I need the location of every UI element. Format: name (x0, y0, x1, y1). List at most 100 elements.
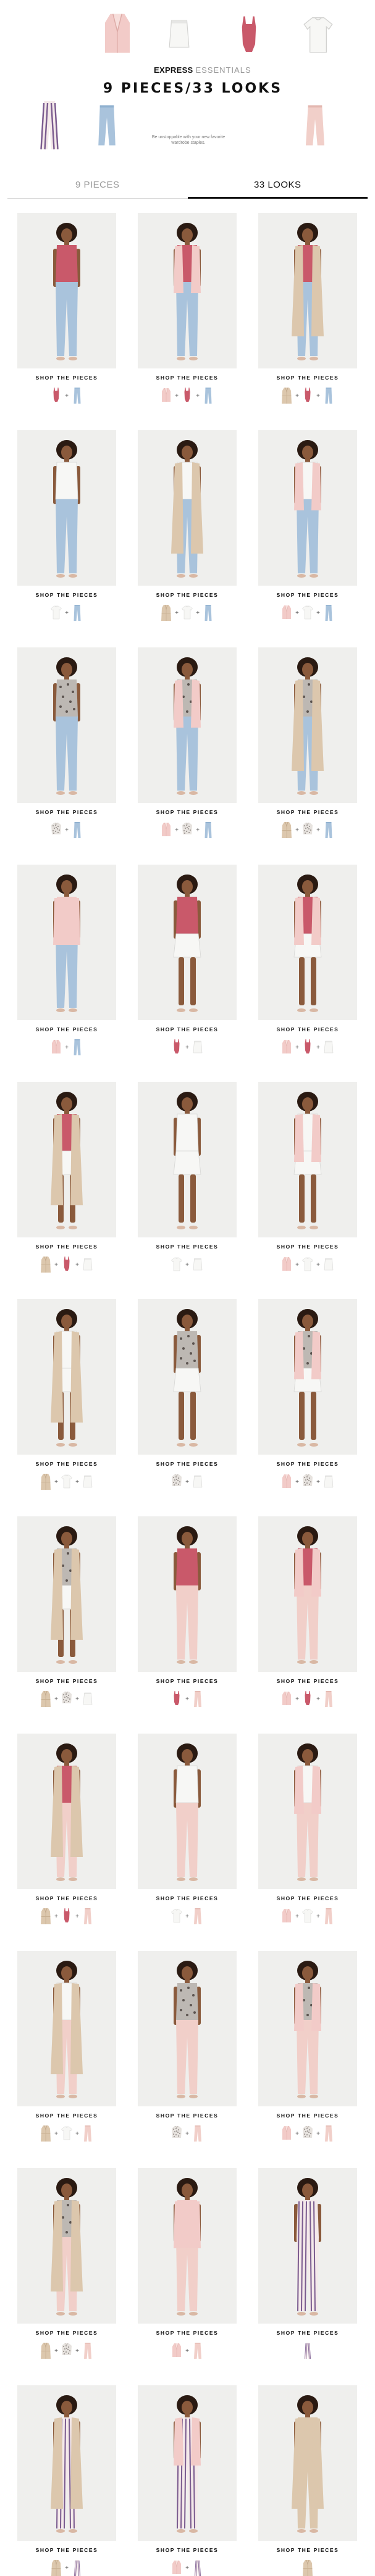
trench-thumbnail[interactable] (40, 2124, 52, 2143)
shop-the-pieces-link[interactable]: SHOP THE PIECES (258, 1026, 357, 1032)
look-photo[interactable] (17, 1082, 116, 1237)
shop-the-pieces-link[interactable]: SHOP THE PIECES (138, 1895, 237, 1901)
leopard-thumbnail[interactable] (181, 821, 193, 839)
leopard-thumbnail[interactable] (61, 2341, 73, 2360)
blazer-thumbnail[interactable] (171, 2559, 183, 2576)
shop-the-pieces-link[interactable]: SHOP THE PIECES (258, 375, 357, 381)
shop-the-pieces-link[interactable]: SHOP THE PIECES (17, 1678, 116, 1684)
jeans-thumbnail[interactable] (71, 604, 83, 622)
pink-pants-thumbnail[interactable] (82, 2124, 94, 2143)
white-tee-thumbnail[interactable] (61, 2124, 73, 2143)
striped-jumpsuit-thumbnail[interactable] (71, 2559, 83, 2576)
look-photo[interactable] (17, 647, 116, 803)
shop-the-pieces-link[interactable]: SHOP THE PIECES (258, 1244, 357, 1250)
blazer-thumbnail[interactable] (280, 1255, 293, 1274)
look-photo[interactable] (17, 1734, 116, 1889)
pink-pants-thumbnail[interactable] (322, 1907, 335, 1926)
look-photo[interactable] (258, 213, 357, 368)
shop-the-pieces-link[interactable]: SHOP THE PIECES (138, 1244, 237, 1250)
white-skirt-product-image[interactable] (164, 14, 195, 56)
blazer-thumbnail[interactable] (171, 2341, 183, 2360)
look-photo[interactable] (138, 1516, 237, 1672)
look-photo[interactable] (258, 1082, 357, 1237)
blazer-thumbnail[interactable] (280, 604, 293, 622)
trench-thumbnail[interactable] (40, 1907, 52, 1926)
white-skirt-thumbnail[interactable] (82, 1473, 94, 1491)
pink-pants-thumbnail[interactable] (192, 1690, 204, 1708)
bodysuit-thumbnail[interactable] (61, 1907, 73, 1926)
look-photo[interactable] (17, 1299, 116, 1455)
leopard-thumbnail[interactable] (301, 2124, 314, 2143)
shop-the-pieces-link[interactable]: SHOP THE PIECES (138, 1461, 237, 1467)
shop-the-pieces-link[interactable]: SHOP THE PIECES (17, 375, 116, 381)
bodysuit-thumbnail[interactable] (181, 386, 193, 405)
look-photo[interactable] (17, 2385, 116, 2541)
pink-pants-thumbnail[interactable] (192, 2124, 204, 2143)
trench-thumbnail[interactable] (40, 1255, 52, 1274)
tab-looks[interactable]: 33 LOOKS (187, 174, 368, 199)
bodysuit-product-image[interactable] (234, 9, 264, 64)
blazer-thumbnail[interactable] (280, 1473, 293, 1491)
look-photo[interactable] (138, 213, 237, 368)
trench-coat-product-image[interactable] (31, 9, 68, 62)
shop-the-pieces-link[interactable]: SHOP THE PIECES (17, 2330, 116, 2336)
white-tee-thumbnail[interactable] (171, 1907, 183, 1926)
jeans-thumbnail[interactable] (202, 821, 214, 839)
pink-pants-thumbnail[interactable] (192, 2341, 204, 2360)
pink-pants-product-image[interactable] (300, 91, 331, 159)
leopard-thumbnail[interactable] (301, 821, 314, 839)
look-photo[interactable] (258, 430, 357, 586)
leopard-thumbnail[interactable] (171, 2124, 183, 2143)
white-tee-product-image[interactable] (300, 11, 337, 60)
jeans-product-image[interactable] (91, 91, 122, 159)
look-photo[interactable] (138, 430, 237, 586)
trench-thumbnail[interactable] (280, 386, 293, 405)
shop-the-pieces-link[interactable]: SHOP THE PIECES (138, 809, 237, 815)
shop-the-pieces-link[interactable]: SHOP THE PIECES (258, 1895, 357, 1901)
shop-the-pieces-link[interactable]: SHOP THE PIECES (258, 2330, 357, 2336)
white-tee-thumbnail[interactable] (171, 1255, 183, 1274)
shop-the-pieces-link[interactable]: SHOP THE PIECES (17, 2113, 116, 2119)
striped-jumpsuit-thumbnail[interactable] (192, 2559, 204, 2576)
pink-pants-thumbnail[interactable] (82, 2341, 94, 2360)
look-photo[interactable] (258, 2385, 357, 2541)
shop-the-pieces-link[interactable]: SHOP THE PIECES (17, 1244, 116, 1250)
jeans-thumbnail[interactable] (322, 604, 335, 622)
look-photo[interactable] (258, 647, 357, 803)
white-skirt-thumbnail[interactable] (322, 1255, 335, 1274)
white-tee-thumbnail[interactable] (301, 1255, 314, 1274)
look-photo[interactable] (138, 2168, 237, 2324)
look-photo[interactable] (258, 1299, 357, 1455)
trench-thumbnail[interactable] (40, 1473, 52, 1491)
jeans-thumbnail[interactable] (71, 386, 83, 405)
shop-the-pieces-link[interactable]: SHOP THE PIECES (258, 2113, 357, 2119)
white-skirt-thumbnail[interactable] (322, 1473, 335, 1491)
look-photo[interactable] (138, 1951, 237, 2106)
jeans-thumbnail[interactable] (71, 1038, 83, 1057)
shop-the-pieces-link[interactable]: SHOP THE PIECES (258, 1678, 357, 1684)
pink-pants-thumbnail[interactable] (82, 1907, 94, 1926)
look-photo[interactable] (17, 213, 116, 368)
tab-pieces[interactable]: 9 PIECES (7, 174, 188, 199)
shop-the-pieces-link[interactable]: SHOP THE PIECES (17, 2547, 116, 2553)
white-skirt-thumbnail[interactable] (192, 1473, 204, 1491)
look-photo[interactable] (17, 430, 116, 586)
white-skirt-thumbnail[interactable] (82, 1255, 94, 1274)
jeans-thumbnail[interactable] (71, 821, 83, 839)
blazer-thumbnail[interactable] (280, 1038, 293, 1057)
leopard-blouse-product-image[interactable] (234, 98, 271, 153)
trench-thumbnail[interactable] (40, 1690, 52, 1708)
trench-thumbnail[interactable] (160, 604, 172, 622)
leopard-thumbnail[interactable] (61, 1690, 73, 1708)
look-photo[interactable] (138, 1734, 237, 1889)
shop-the-pieces-link[interactable]: SHOP THE PIECES (258, 592, 357, 598)
shop-the-pieces-link[interactable]: SHOP THE PIECES (138, 2547, 237, 2553)
pink-pants-thumbnail[interactable] (192, 1907, 204, 1926)
leopard-thumbnail[interactable] (171, 1473, 183, 1491)
shop-the-pieces-link[interactable]: SHOP THE PIECES (138, 2113, 237, 2119)
white-skirt-thumbnail[interactable] (192, 1255, 204, 1274)
shop-the-pieces-link[interactable]: SHOP THE PIECES (258, 2547, 357, 2553)
bodysuit-thumbnail[interactable] (171, 1690, 183, 1708)
leopard-thumbnail[interactable] (301, 1473, 314, 1491)
look-photo[interactable] (138, 865, 237, 1020)
